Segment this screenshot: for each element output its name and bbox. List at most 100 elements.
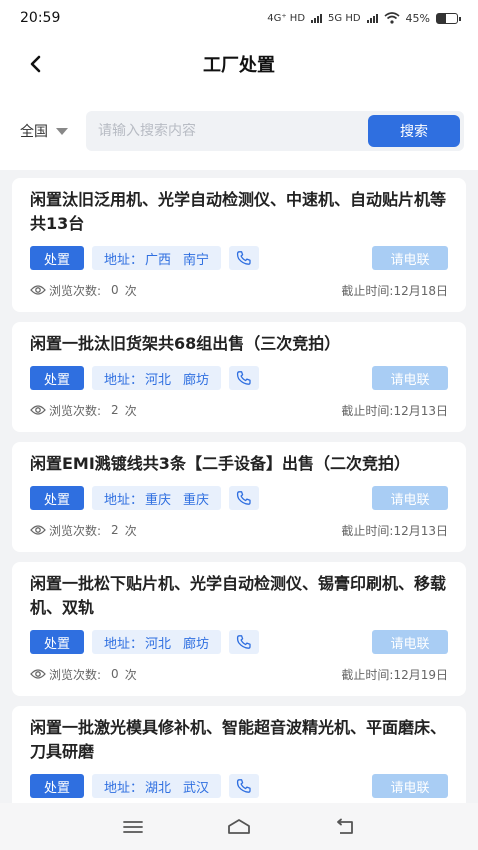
address-city: 南宁 [183, 252, 210, 268]
listing-title[interactable]: 闲置EMI溅镀线共3条【二手设备】出售（二次竞拍） [30, 452, 448, 476]
views-unit: 次 [124, 403, 137, 418]
views-count: 2 [111, 523, 119, 537]
views-unit: 次 [124, 283, 137, 298]
page-title: 工厂处置 [203, 55, 275, 76]
deadline: 截止时间: 12月13日 [341, 522, 448, 539]
deadline-date: 12月19日 [393, 667, 448, 682]
address-tag: 地址： 重庆 重庆 [92, 486, 222, 510]
phone-icon [236, 635, 251, 649]
address-tag: 地址： 河北 廊坊 [92, 630, 222, 654]
caret-down-icon [56, 127, 68, 135]
app-header: 工厂处置 [0, 36, 478, 92]
return-icon [337, 818, 353, 834]
eye-icon [30, 405, 46, 415]
views-label: 浏览次数: [49, 403, 102, 418]
call-button[interactable]: 请电联 [372, 774, 448, 798]
home-button[interactable] [219, 812, 259, 842]
address-prefix: 地址： [104, 372, 144, 388]
back-button[interactable] [20, 48, 52, 80]
address-province: 广西 [145, 252, 172, 268]
address-city: 武汉 [183, 780, 210, 796]
region-label: 全国 [20, 124, 48, 140]
deadline-date: 12月13日 [393, 403, 448, 418]
system-nav-bar [0, 803, 478, 850]
deadline-prefix: 截止时间: [341, 283, 394, 298]
listing-meta: 浏览次数: 2 次 截止时间: 12月13日 [30, 520, 448, 540]
listing-tags: 处置 地址： 河北 廊坊 请电联 [30, 630, 448, 654]
call-button[interactable]: 请电联 [372, 246, 448, 270]
views-count: 2 [111, 403, 119, 417]
address-city: 廊坊 [183, 372, 210, 388]
region-selector[interactable]: 全国 [20, 121, 86, 141]
call-button[interactable]: 请电联 [372, 366, 448, 390]
home-icon [228, 818, 250, 834]
phone-button[interactable] [229, 366, 260, 390]
deadline: 截止时间: 12月18日 [341, 282, 448, 299]
address-prefix: 地址： [104, 636, 144, 652]
listing-tags: 处置 地址： 重庆 重庆 请电联 [30, 486, 448, 510]
listing-title[interactable]: 闲置一批激光模具修补机、智能超音波精光机、平面磨床、刀具研磨 [30, 716, 448, 764]
phone-button[interactable] [229, 630, 260, 654]
address-tag: 地址： 河北 廊坊 [92, 366, 222, 390]
phone-icon [236, 251, 251, 265]
address-prefix: 地址： [104, 780, 144, 796]
listing-card[interactable]: 闲置一批松下贴片机、光学自动检测仪、锡膏印刷机、移载机、双轨 处置 地址： 河北… [12, 562, 466, 696]
views-unit: 次 [124, 667, 137, 682]
listing-meta: 浏览次数: 0 次 截止时间: 12月19日 [30, 664, 448, 684]
search-button[interactable]: 搜索 [368, 115, 460, 147]
eye-icon [30, 285, 46, 295]
phone-icon [236, 779, 251, 793]
status-bar: 20:59 4G⁺ HD 5G HD 45% [0, 0, 478, 36]
phone-button[interactable] [229, 774, 260, 798]
menu-icon [123, 820, 143, 833]
phone-button[interactable] [229, 486, 260, 510]
call-button[interactable]: 请电联 [372, 486, 448, 510]
menu-button[interactable] [113, 812, 153, 842]
battery-fill [437, 13, 446, 23]
views-label: 浏览次数: [49, 523, 102, 538]
address-province: 重庆 [145, 492, 172, 508]
views-unit: 次 [124, 523, 137, 538]
address-prefix: 地址： [104, 492, 144, 508]
listing-card[interactable]: 闲置一批汰旧货架共68组出售（三次竞拍） 处置 地址： 河北 廊坊 请电联 浏览… [12, 322, 466, 432]
address-city: 廊坊 [183, 636, 210, 652]
listing-title[interactable]: 闲置一批松下贴片机、光学自动检测仪、锡膏印刷机、移载机、双轨 [30, 572, 448, 620]
network-4g-label: 4G⁺ HD [267, 12, 306, 24]
address-province: 河北 [145, 636, 172, 652]
battery-icon [436, 12, 461, 24]
listing-card[interactable]: 闲置一批激光模具修补机、智能超音波精光机、平面磨床、刀具研磨 处置 地址： 湖北… [12, 706, 466, 803]
address-tag: 地址： 广西 南宁 [92, 246, 222, 270]
handle-tag: 处置 [30, 486, 85, 510]
phone-button[interactable] [229, 246, 260, 270]
signal-icon [311, 13, 323, 23]
network-5g-label: 5G HD [328, 12, 361, 24]
deadline: 截止时间: 12月13日 [341, 402, 448, 419]
views-count: 0 [111, 667, 119, 681]
search-input[interactable] [98, 123, 368, 139]
address-province: 河北 [145, 372, 172, 388]
handle-tag: 处置 [30, 246, 85, 270]
handle-tag: 处置 [30, 774, 85, 798]
call-button[interactable]: 请电联 [372, 630, 448, 654]
return-button[interactable] [325, 812, 365, 842]
listing-meta: 浏览次数: 0 次 截止时间: 12月18日 [30, 280, 448, 300]
deadline-prefix: 截止时间: [341, 403, 394, 418]
deadline-date: 12月13日 [393, 523, 448, 538]
listing-title[interactable]: 闲置一批汰旧货架共68组出售（三次竞拍） [30, 332, 448, 356]
deadline-prefix: 截止时间: [341, 523, 394, 538]
eye-icon [30, 525, 46, 535]
listing-card[interactable]: 闲置EMI溅镀线共3条【二手设备】出售（二次竞拍） 处置 地址： 重庆 重庆 请… [12, 442, 466, 552]
listing-card[interactable]: 闲置汰旧泛用机、光学自动检测仪、中速机、自动贴片机等共13台 处置 地址： 广西… [12, 178, 466, 312]
listing-title[interactable]: 闲置汰旧泛用机、光学自动检测仪、中速机、自动贴片机等共13台 [30, 188, 448, 236]
address-province: 湖北 [145, 780, 172, 796]
address-tag: 地址： 湖北 武汉 [92, 774, 222, 798]
listing-tags: 处置 地址： 广西 南宁 请电联 [30, 246, 448, 270]
listing-list: 闲置汰旧泛用机、光学自动检测仪、中速机、自动贴片机等共13台 处置 地址： 广西… [12, 178, 466, 803]
phone-icon [236, 371, 251, 385]
eye-icon [30, 669, 46, 679]
search-row: 全国 搜索 [0, 92, 478, 170]
views-label: 浏览次数: [49, 283, 102, 298]
phone-icon [236, 491, 251, 505]
deadline-date: 12月18日 [393, 283, 448, 298]
views-count: 0 [111, 283, 119, 297]
